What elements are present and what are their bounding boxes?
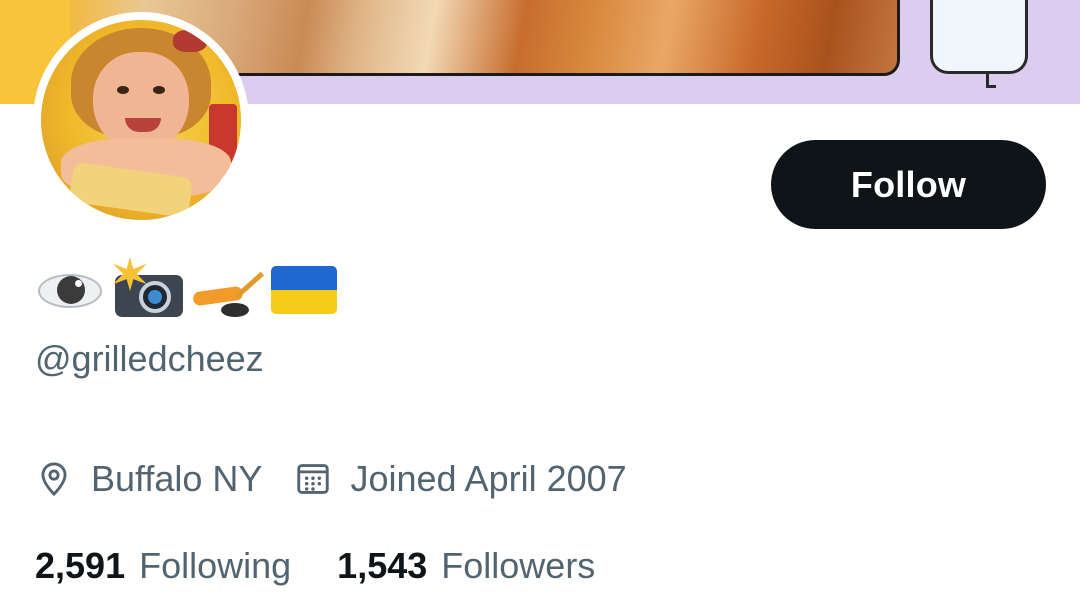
avatar-image	[41, 20, 241, 220]
location-text: Buffalo NY	[91, 458, 263, 499]
profile-stats: 2,591 Following 1,543 Followers	[35, 541, 641, 591]
avatar-face	[93, 52, 189, 152]
following-label: Following	[139, 545, 292, 586]
display-name	[35, 257, 339, 318]
followers-link[interactable]: 1,543 Followers	[337, 545, 595, 587]
calendar-icon	[297, 464, 330, 494]
location-pin-icon	[41, 462, 67, 497]
profile-avatar[interactable]	[33, 12, 249, 228]
avatar-eye	[117, 86, 129, 94]
banner-milk-glass-image	[930, 0, 1028, 74]
profile-handle: @grilledcheez	[35, 338, 264, 379]
joined-text: Joined April 2007	[350, 458, 627, 499]
following-count: 2,591	[35, 545, 126, 586]
follow-button[interactable]: Follow	[771, 140, 1046, 229]
avatar-eye	[153, 86, 165, 94]
followers-label: Followers	[441, 545, 596, 586]
ukraine-flag-emoji-icon	[269, 263, 339, 317]
joined-item: Joined April 2007	[294, 458, 627, 500]
avatar-ribbon	[173, 30, 207, 52]
camera-with-flash-emoji-icon	[113, 257, 183, 317]
followers-count: 1,543	[337, 545, 428, 586]
ice-hockey-emoji-icon	[191, 263, 265, 317]
eye-emoji-icon	[35, 263, 105, 317]
banner-glass-foot	[986, 74, 996, 88]
following-link[interactable]: 2,591 Following	[35, 545, 291, 587]
location-item: Buffalo NY	[35, 458, 262, 500]
profile-meta: Buffalo NY Joined April 2007	[35, 454, 659, 504]
